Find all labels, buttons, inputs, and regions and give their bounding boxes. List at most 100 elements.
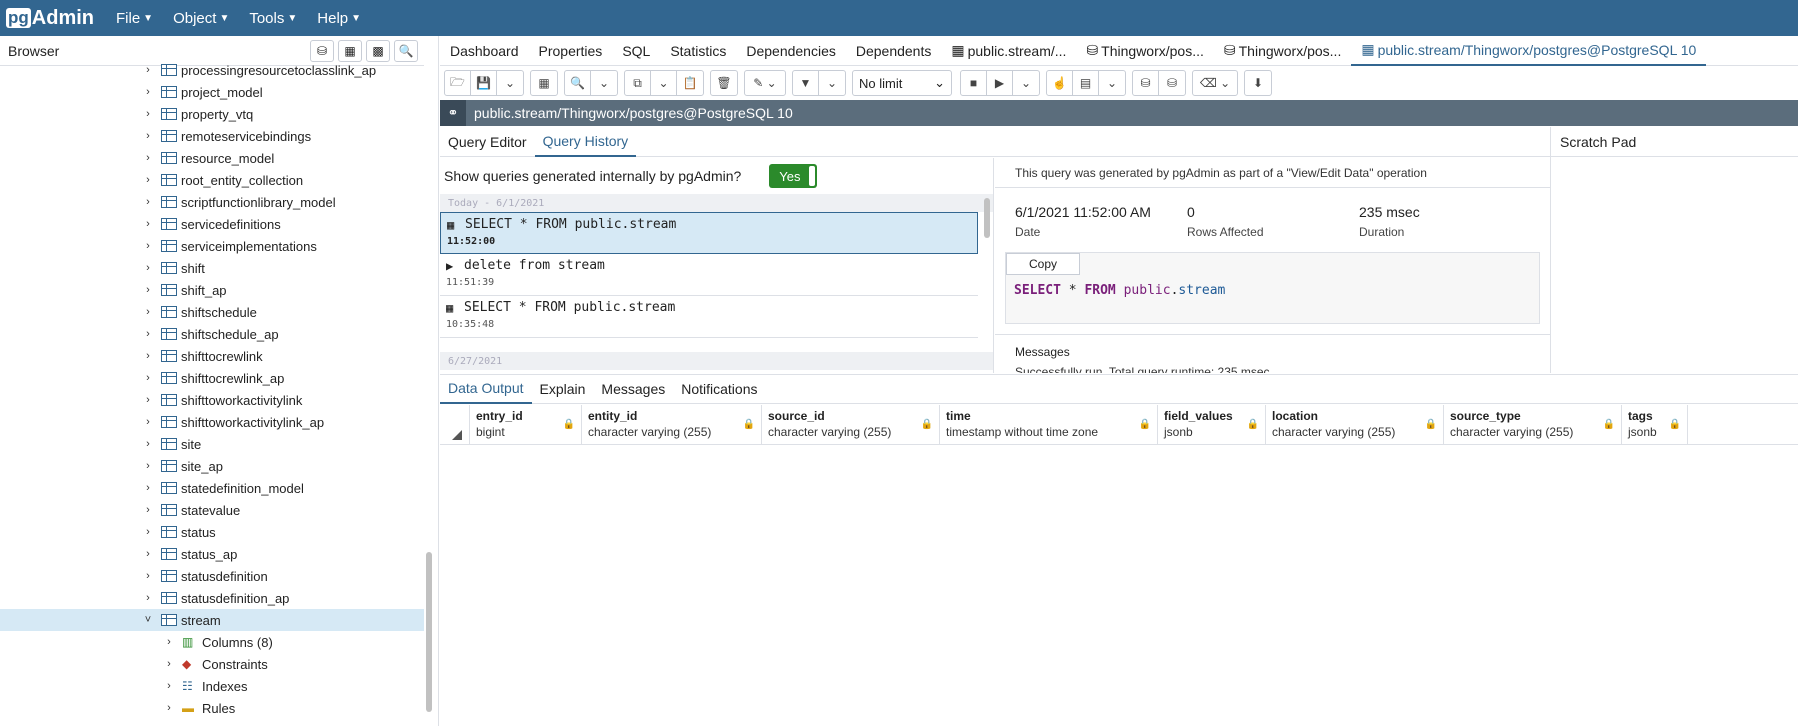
- copy-dropdown-button[interactable]: ⌄: [651, 71, 677, 95]
- chevron-right-icon[interactable]: ›: [141, 130, 155, 142]
- tree-item[interactable]: › shifttocrewlink_ap: [0, 367, 424, 389]
- select-all-corner[interactable]: [440, 405, 470, 444]
- copy-button[interactable]: Copy: [1006, 253, 1080, 275]
- chevron-right-icon[interactable]: ›: [141, 108, 155, 120]
- tree-item[interactable]: › statusdefinition_ap: [0, 587, 424, 609]
- tab-messages[interactable]: Messages: [593, 374, 673, 404]
- explain-dropdown-button[interactable]: ⌄: [1099, 71, 1125, 95]
- column-header[interactable]: source_id character varying (255) 🔒: [762, 405, 940, 444]
- tree-item[interactable]: › resource_model: [0, 147, 424, 169]
- chevron-right-icon[interactable]: ›: [162, 658, 176, 670]
- tree-item[interactable]: › shift: [0, 257, 424, 279]
- chevron-right-icon[interactable]: ›: [141, 372, 155, 384]
- chevron-right-icon[interactable]: ›: [162, 680, 176, 692]
- tree-item[interactable]: › shift_ap: [0, 279, 424, 301]
- explain-analyze-button[interactable]: ▤: [1073, 71, 1099, 95]
- row-limit-select[interactable]: No limit ⌄: [852, 70, 952, 96]
- menu-object[interactable]: Object ▼: [173, 10, 229, 27]
- chevron-right-icon[interactable]: ›: [141, 504, 155, 516]
- panel-splitter[interactable]: [438, 36, 439, 726]
- chevron-right-icon[interactable]: ›: [141, 328, 155, 340]
- tree-child-item[interactable]: › ◆ Constraints: [0, 653, 424, 675]
- tree-scrollbar[interactable]: [426, 552, 432, 712]
- tree-item[interactable]: › scriptfunctionlibrary_model: [0, 191, 424, 213]
- tree-item[interactable]: › site: [0, 433, 424, 455]
- rollback-button[interactable]: ⛁: [1159, 71, 1185, 95]
- filter-dropdown-button[interactable]: ⌄: [819, 71, 845, 95]
- execute-button[interactable]: ▶: [987, 71, 1013, 95]
- tab-properties[interactable]: Properties: [529, 36, 613, 66]
- tab-thingworx-2[interactable]: ⛁ Thingworx/pos...: [1214, 36, 1351, 66]
- chevron-down-icon[interactable]: ˅: [141, 614, 155, 626]
- chevron-right-icon[interactable]: ›: [141, 416, 155, 428]
- chevron-right-icon[interactable]: ›: [141, 218, 155, 230]
- copy-button[interactable]: ⧉: [625, 71, 651, 95]
- view-data-button[interactable]: ▦: [338, 39, 362, 62]
- edit-button[interactable]: ✎ ⌄: [745, 71, 785, 95]
- tree-item[interactable]: › remoteservicebindings: [0, 125, 424, 147]
- search-objects-button[interactable]: 🔍: [394, 39, 418, 62]
- chevron-right-icon[interactable]: ›: [141, 482, 155, 494]
- stop-button[interactable]: ■: [961, 71, 987, 95]
- menu-help[interactable]: Help ▼: [317, 10, 361, 27]
- tree-item[interactable]: › property_vtq: [0, 103, 424, 125]
- paste-button[interactable]: 📋: [677, 71, 703, 95]
- save-dropdown-button[interactable]: ⌄: [497, 71, 523, 95]
- save-file-button[interactable]: 💾: [471, 71, 497, 95]
- tab-public-stream[interactable]: ▦ public.stream/...: [941, 36, 1076, 66]
- history-entry[interactable]: ▦ SELECT * FROM public.stream 11:52:00: [440, 212, 978, 254]
- filter-button[interactable]: ▼: [793, 71, 819, 95]
- chevron-right-icon[interactable]: ›: [141, 548, 155, 560]
- connection-status-icon[interactable]: ⚭: [440, 100, 466, 126]
- menu-file[interactable]: File ▼: [116, 10, 153, 27]
- chevron-right-icon[interactable]: ›: [141, 394, 155, 406]
- find-dropdown-button[interactable]: ⌄: [591, 71, 617, 95]
- tree-child-item[interactable]: › ▥ Columns (8): [0, 631, 424, 653]
- column-header[interactable]: entity_id character varying (255) 🔒: [582, 405, 762, 444]
- tree-item[interactable]: › statedefinition_model: [0, 477, 424, 499]
- chevron-right-icon[interactable]: ›: [141, 350, 155, 362]
- connection-label[interactable]: public.stream/Thingworx/postgres@Postgre…: [474, 105, 793, 121]
- tab-sql[interactable]: SQL: [612, 36, 660, 66]
- internal-queries-toggle[interactable]: Yes: [769, 164, 818, 188]
- column-header[interactable]: source_type character varying (255) 🔒: [1444, 405, 1622, 444]
- column-header[interactable]: field_values jsonb 🔒: [1158, 405, 1266, 444]
- chevron-right-icon[interactable]: ›: [141, 152, 155, 164]
- find-button[interactable]: 🔍: [565, 71, 591, 95]
- tree-item[interactable]: › statusdefinition: [0, 565, 424, 587]
- chevron-right-icon[interactable]: ›: [141, 64, 155, 76]
- column-header[interactable]: entry_id bigint 🔒: [470, 405, 582, 444]
- tree-item[interactable]: › root_entity_collection: [0, 169, 424, 191]
- chevron-right-icon[interactable]: ›: [141, 306, 155, 318]
- explain-button[interactable]: ☝: [1047, 71, 1073, 95]
- chevron-right-icon[interactable]: ›: [141, 460, 155, 472]
- tree-item[interactable]: › shiftschedule_ap: [0, 323, 424, 345]
- history-entry[interactable]: ▦ SELECT * FROM public.stream 10:35:48: [440, 296, 978, 338]
- tree-item[interactable]: › processingresourcetoclasslink_ap: [0, 60, 424, 81]
- execute-dropdown-button[interactable]: ⌄: [1013, 71, 1039, 95]
- chevron-right-icon[interactable]: ›: [141, 438, 155, 450]
- tree-child-item[interactable]: › ☷ Indexes: [0, 675, 424, 697]
- delete-rows-button[interactable]: 🗑: [711, 71, 737, 95]
- query-tool-button[interactable]: ⛁: [310, 39, 334, 62]
- chevron-right-icon[interactable]: ›: [141, 262, 155, 274]
- tree-item[interactable]: › serviceimplementations: [0, 235, 424, 257]
- tree-item[interactable]: › site_ap: [0, 455, 424, 477]
- download-button[interactable]: ⬇: [1245, 71, 1271, 95]
- tree-item[interactable]: ˅ stream: [0, 609, 424, 631]
- tab-thingworx-1[interactable]: ⛁ Thingworx/pos...: [1076, 36, 1213, 66]
- tab-query-tool-active[interactable]: ▦ public.stream/Thingworx/postgres@Postgr…: [1351, 36, 1707, 66]
- tree-item[interactable]: › status_ap: [0, 543, 424, 565]
- tree-item[interactable]: › servicedefinitions: [0, 213, 424, 235]
- tab-explain[interactable]: Explain: [532, 374, 594, 404]
- tree-item[interactable]: › statevalue: [0, 499, 424, 521]
- open-file-button[interactable]: 🗁: [445, 71, 471, 95]
- chevron-right-icon[interactable]: ›: [141, 570, 155, 582]
- menu-tools[interactable]: Tools ▼: [249, 10, 297, 27]
- column-header[interactable]: location character varying (255) 🔒: [1266, 405, 1444, 444]
- tab-query-history[interactable]: Query History: [534, 127, 637, 157]
- tree-item[interactable]: › project_model: [0, 81, 424, 103]
- chevron-right-icon[interactable]: ›: [141, 196, 155, 208]
- tree-item[interactable]: › shifttocrewlink: [0, 345, 424, 367]
- filter-rows-button[interactable]: ▩: [366, 39, 390, 62]
